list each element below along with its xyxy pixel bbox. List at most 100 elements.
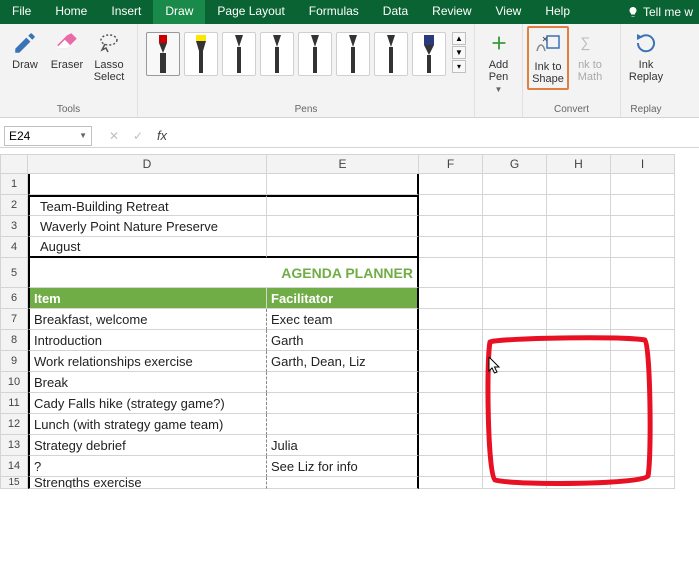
row-3[interactable]: 3 (0, 216, 28, 237)
tab-view[interactable]: View (484, 0, 534, 24)
row-9[interactable]: 9 (0, 351, 28, 372)
cell-E6[interactable]: Facilitator (267, 288, 419, 309)
cell-D3[interactable]: Waverly Point Nature Preserve (28, 216, 267, 237)
cell-D13[interactable]: Strategy debrief (28, 435, 267, 456)
cell-E3[interactable] (267, 216, 419, 237)
ink-replay-button[interactable]: Ink Replay (625, 26, 667, 86)
cell-E7[interactable]: Exec team (267, 309, 419, 330)
pen-red[interactable] (146, 32, 180, 76)
cell-D6[interactable]: Item (28, 288, 267, 309)
col-E[interactable]: E (267, 154, 419, 174)
svg-text:∑: ∑ (580, 34, 590, 51)
ink-to-shape-label: Ink to Shape (532, 61, 564, 85)
enter-formula-button: ✓ (128, 126, 148, 146)
cell-D2[interactable]: Team-Building Retreat (28, 195, 267, 216)
cell-D7[interactable]: Breakfast, welcome (28, 309, 267, 330)
row-4[interactable]: 4 (0, 237, 28, 258)
select-all-corner[interactable] (0, 154, 28, 174)
row-12[interactable]: 12 (0, 414, 28, 435)
pens-group-label: Pens (142, 103, 470, 117)
spreadsheet-grid[interactable]: D E F G H I 1 2 Team-Building Retreat 3 … (0, 154, 699, 489)
tab-formulas[interactable]: Formulas (297, 0, 371, 24)
formula-input[interactable] (176, 126, 695, 146)
cell-E2[interactable] (267, 195, 419, 216)
cell-E14[interactable]: See Liz for info (267, 456, 419, 477)
cell-D15[interactable]: Strengths exercise (28, 477, 267, 489)
cell-E10[interactable] (267, 372, 419, 393)
row-6[interactable]: 6 (0, 288, 28, 309)
eraser-button[interactable]: Eraser (46, 26, 88, 74)
draw-label: Draw (12, 59, 38, 71)
ink-replay-label: Ink Replay (629, 59, 663, 83)
cell-D4[interactable]: August (28, 237, 267, 258)
row-11[interactable]: 11 (0, 393, 28, 414)
gallery-up[interactable]: ▲ (452, 32, 466, 45)
col-F[interactable]: F (419, 154, 483, 174)
tab-home[interactable]: Home (43, 0, 99, 24)
col-H[interactable]: H (547, 154, 611, 174)
cell-E11[interactable] (267, 393, 419, 414)
pen-black-3[interactable] (298, 32, 332, 76)
row-8[interactable]: 8 (0, 330, 28, 351)
tab-review[interactable]: Review (420, 0, 483, 24)
cell-E12[interactable] (267, 414, 419, 435)
pen-black-2[interactable] (260, 32, 294, 76)
row-13[interactable]: 13 (0, 435, 28, 456)
pen-black-1[interactable] (222, 32, 256, 76)
ink-to-math-icon: ∑ (576, 29, 604, 57)
formula-bar: E24 ▼ ✕ ✓ fx (0, 124, 699, 148)
tab-draw[interactable]: Draw (153, 0, 205, 24)
lasso-select-button[interactable]: Lasso Select (88, 26, 130, 86)
name-box[interactable]: E24 ▼ (4, 126, 92, 146)
cell-D14[interactable]: ? (28, 456, 267, 477)
draw-button[interactable]: Draw (4, 26, 46, 74)
cell-D8[interactable]: Introduction (28, 330, 267, 351)
row-7[interactable]: 7 (0, 309, 28, 330)
pen-galaxy[interactable] (412, 32, 446, 76)
dropdown-icon: ▼ (495, 85, 503, 94)
tell-me-label: Tell me w (643, 5, 693, 19)
cell-E1[interactable] (267, 174, 419, 195)
row-14[interactable]: 14 (0, 456, 28, 477)
cell-D11[interactable]: Cady Falls hike (strategy game?) (28, 393, 267, 414)
gallery-more[interactable]: ▾ (452, 60, 466, 73)
plus-icon (485, 29, 513, 57)
cell-E9[interactable]: Garth, Dean, Liz (267, 351, 419, 372)
cancel-formula-button: ✕ (104, 126, 124, 146)
row-15[interactable]: 15 (0, 477, 28, 489)
tab-data[interactable]: Data (371, 0, 420, 24)
replay-icon (632, 29, 660, 57)
col-I[interactable]: I (611, 154, 675, 174)
pen-black-4[interactable] (336, 32, 370, 76)
cell-D12[interactable]: Lunch (with strategy game team) (28, 414, 267, 435)
row-5[interactable]: 5 (0, 258, 28, 288)
col-G[interactable]: G (483, 154, 547, 174)
lightbulb-icon (627, 6, 639, 18)
tab-insert[interactable]: Insert (99, 0, 153, 24)
highlighter-yellow[interactable] (184, 32, 218, 76)
tab-help[interactable]: Help (533, 0, 582, 24)
lasso-icon (95, 29, 123, 57)
cell-D9[interactable]: Work relationships exercise (28, 351, 267, 372)
cell-E13[interactable]: Julia (267, 435, 419, 456)
tell-me-search[interactable]: Tell me w (621, 0, 699, 24)
cell-D1[interactable] (28, 174, 267, 195)
cell-E15[interactable] (267, 477, 419, 489)
gallery-down[interactable]: ▼ (452, 46, 466, 59)
add-pen-button[interactable]: Add Pen ▼ (479, 26, 518, 97)
cell-E4[interactable] (267, 237, 419, 258)
row-10[interactable]: 10 (0, 372, 28, 393)
convert-group-label: Convert (527, 103, 616, 117)
row-1[interactable]: 1 (0, 174, 28, 195)
cell-D10[interactable]: Break (28, 372, 267, 393)
col-D[interactable]: D (28, 154, 267, 174)
cell-E8[interactable]: Garth (267, 330, 419, 351)
tab-page-layout[interactable]: Page Layout (205, 0, 296, 24)
add-pen-label: Add Pen (489, 59, 509, 83)
insert-function-button[interactable]: fx (152, 126, 172, 146)
cell-D5E5[interactable]: AGENDA PLANNER (28, 258, 419, 288)
ink-to-shape-button[interactable]: Ink to Shape (527, 26, 569, 90)
pen-black-5[interactable] (374, 32, 408, 76)
row-2[interactable]: 2 (0, 195, 28, 216)
tab-file[interactable]: File (0, 0, 43, 24)
